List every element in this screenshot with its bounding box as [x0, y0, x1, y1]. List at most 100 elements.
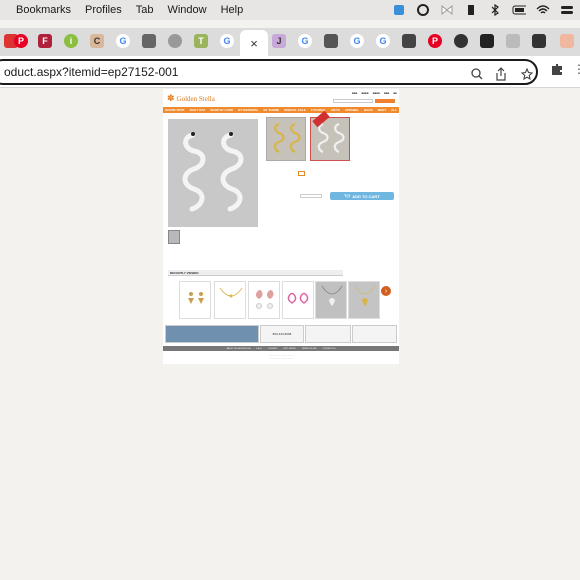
browser-tab[interactable] [528, 32, 550, 50]
menu-tab[interactable]: Tab [136, 4, 154, 16]
menu-bookmarks[interactable]: Bookmarks [16, 4, 71, 16]
browser-toolbar: oduct.aspx?itemid=ep27152-001 ⋮ [0, 56, 580, 88]
active-tab[interactable]: × [240, 30, 268, 56]
pinterest-icon: P [14, 34, 28, 48]
browser-tab[interactable] [320, 32, 342, 50]
toplink[interactable]: ■■ [393, 91, 397, 95]
quantity-input[interactable] [298, 171, 305, 176]
browser-tab[interactable] [164, 32, 186, 50]
flower-logo-icon: ✽ [167, 93, 175, 103]
nav-item[interactable]: SPECIAL SALE [284, 108, 306, 112]
browser-tab[interactable]: C [86, 32, 108, 50]
variant-gold-image[interactable] [266, 117, 306, 161]
site-search-input[interactable] [333, 99, 373, 103]
footer-link[interactable]: TERMS OF USE [302, 348, 317, 350]
footer-link[interactable]: CONTACT [268, 348, 278, 350]
creative-cloud-icon[interactable] [416, 4, 430, 16]
recent-item-heart-pendant[interactable] [315, 281, 347, 319]
nav-item[interactable]: DAILY DAY [190, 108, 206, 112]
browser-tab[interactable]: i [60, 32, 82, 50]
footer-link[interactable]: ABOUT GOLDEN STELLA [227, 348, 251, 350]
add-to-cart-button[interactable]: ADD TO CART [330, 192, 394, 200]
close-icon[interactable]: × [250, 36, 258, 51]
nav-item[interactable]: BY MATERIAL [238, 108, 258, 112]
recent-item-gold-heart[interactable] [348, 281, 380, 319]
browser-tab[interactable]: F [34, 32, 56, 50]
nav-item[interactable]: SHOP BY LOOK [210, 108, 233, 112]
nav-item[interactable]: GRAPE SPOT [165, 108, 185, 112]
footer-link[interactable]: CONTACT US [323, 348, 336, 350]
menu-dots-icon[interactable]: ⋮ [572, 62, 580, 76]
pinterest-icon: P [428, 34, 442, 48]
tab-favicon-icon [168, 34, 182, 48]
browser-tab[interactable]: G [346, 32, 368, 50]
menu-help[interactable]: Help [221, 4, 244, 16]
site-search-button[interactable] [375, 99, 395, 103]
browser-tab[interactable]: P [424, 32, 446, 50]
product-thumbnail[interactable] [168, 230, 180, 244]
control-center-icon[interactable] [560, 4, 574, 16]
evernote-icon[interactable] [464, 4, 478, 16]
browser-tab[interactable] [502, 32, 524, 50]
logo-text: Golden Stella [176, 94, 215, 103]
browser-tab[interactable] [476, 32, 498, 50]
recent-item-heart-pearl[interactable] [248, 281, 280, 319]
recent-item-pink-hearts[interactable] [282, 281, 314, 319]
tab-favicon-icon [142, 34, 156, 48]
browser-tab[interactable]: G [112, 32, 134, 50]
browser-tab[interactable]: T [190, 32, 212, 50]
shop-by-product-banner[interactable] [165, 325, 259, 343]
browser-tab[interactable]: G [294, 32, 316, 50]
menubar-tray [392, 0, 580, 20]
toplink[interactable]: ■■■■ [373, 91, 380, 95]
magnet-banner[interactable] [352, 325, 397, 343]
recent-item-earrings-heart[interactable] [179, 281, 211, 319]
bowtie-icon[interactable] [440, 4, 454, 16]
tab-favicon-icon [506, 34, 520, 48]
site-logo[interactable]: ✽ Golden Stella [167, 93, 215, 104]
nav-item[interactable]: GIFTS [331, 108, 340, 112]
bluetooth-icon[interactable] [488, 4, 502, 16]
nav-item[interactable]: ALL [391, 108, 397, 112]
toplink[interactable]: ■■■ [384, 91, 389, 95]
browser-tab[interactable] [138, 32, 160, 50]
browser-tab[interactable] [398, 32, 420, 50]
toplink[interactable]: ■■■■ [361, 91, 368, 95]
bookmark-star-icon[interactable] [520, 67, 534, 81]
battery-icon[interactable] [512, 4, 526, 16]
tab-favicon-icon: i [64, 34, 78, 48]
search-icon[interactable] [470, 67, 484, 81]
share-icon[interactable] [494, 67, 508, 81]
nav-item[interactable]: APPAREL [345, 108, 359, 112]
footer-link[interactable]: GIFT CARDS [284, 348, 296, 350]
menu-profiles[interactable]: Profiles [85, 4, 122, 16]
address-bar[interactable]: oduct.aspx?itemid=ep27152-001 [0, 59, 538, 85]
product-main-image[interactable] [168, 119, 258, 227]
menu-window[interactable]: Window [167, 4, 206, 16]
nav-item[interactable]: BY THEME [264, 108, 279, 112]
browser-tab[interactable]: J [268, 32, 290, 50]
browser-tab[interactable] [556, 32, 578, 50]
footer-link[interactable]: F.A.Q. [256, 348, 262, 350]
url-text[interactable]: oduct.aspx?itemid=ep27152-001 [4, 65, 178, 79]
recent-item-necklace[interactable] [214, 281, 246, 319]
webpage: ✽ Golden Stella ■■■ ■■■■ ■■■■ ■■■ ■■ GRA… [163, 89, 399, 364]
google-icon: G [298, 34, 312, 48]
signup-banner[interactable] [305, 325, 351, 343]
add-to-list-button[interactable] [300, 194, 322, 198]
carousel-next-icon[interactable]: › [381, 286, 391, 296]
browser-tab[interactable] [450, 32, 472, 50]
finder-icon[interactable] [392, 4, 406, 16]
wifi-icon[interactable] [536, 4, 550, 16]
extensions-icon[interactable] [550, 62, 564, 76]
phone-order-banner[interactable]: 800-343-8268 [260, 325, 304, 343]
google-icon: G [350, 34, 364, 48]
browser-tab[interactable]: G [372, 32, 394, 50]
browser-tab[interactable]: G [216, 32, 238, 50]
google-icon: G [376, 34, 390, 48]
nav-item[interactable]: BAGS [364, 108, 373, 112]
toplink[interactable]: ■■■ [352, 91, 357, 95]
tab-favicon-icon: F [38, 34, 52, 48]
browser-tab[interactable]: P [10, 32, 32, 50]
nav-item[interactable]: MEET [378, 108, 386, 112]
